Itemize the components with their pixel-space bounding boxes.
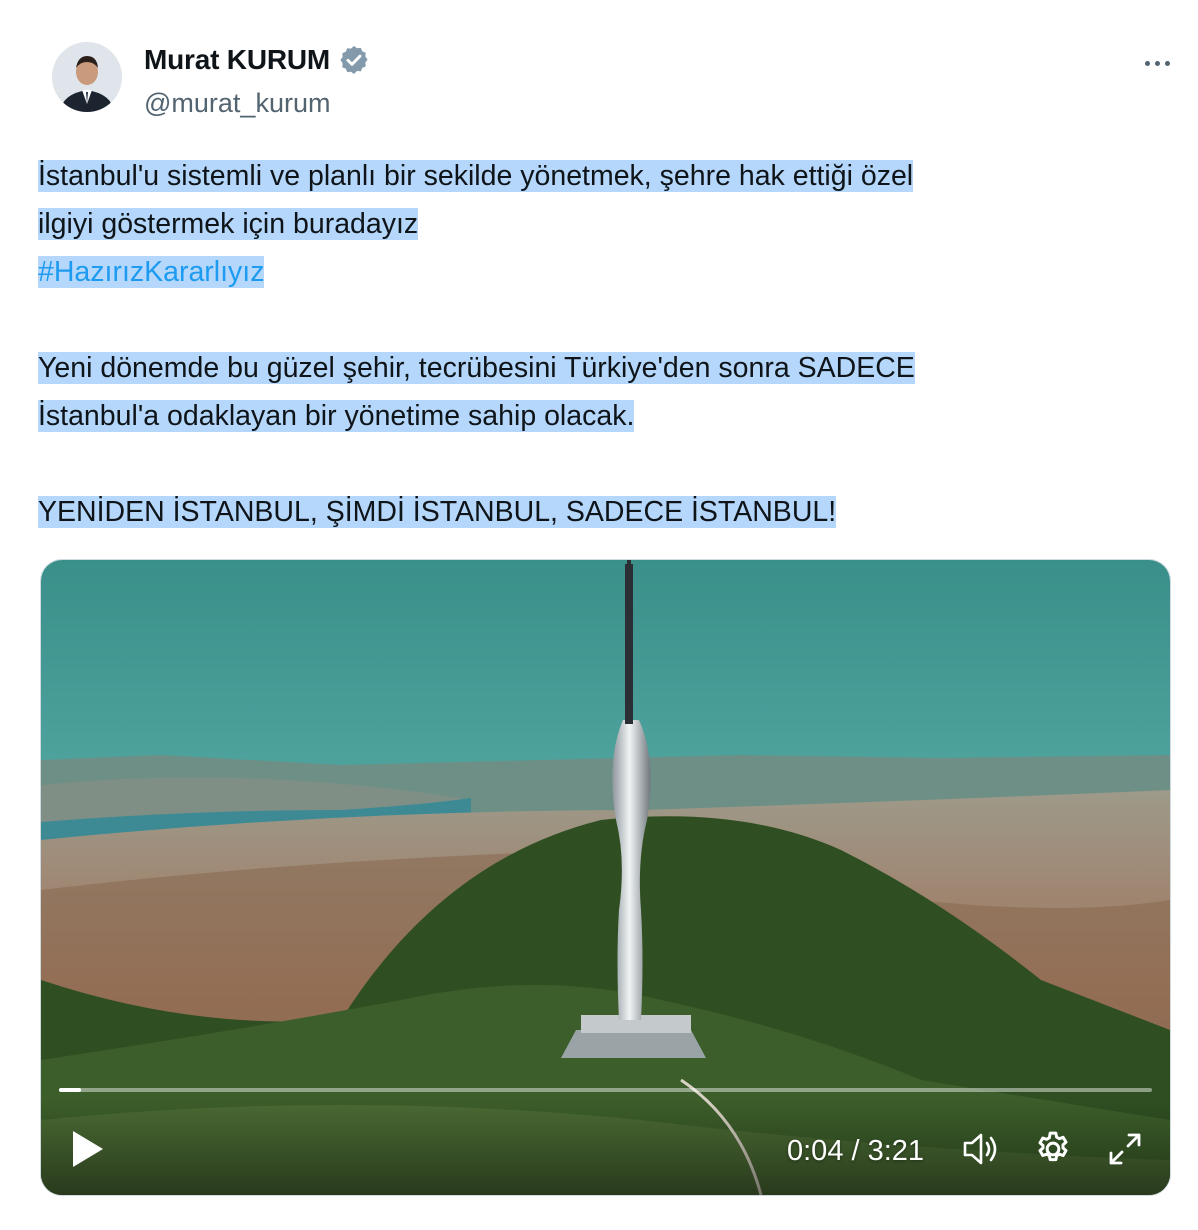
user-handle[interactable]: @murat_kurum bbox=[144, 88, 330, 119]
hashtag-link[interactable]: #HazırızKararlıyız bbox=[38, 256, 265, 288]
tweet-line: YENİDEN İSTANBUL, ŞİMDİ İSTANBUL, SADECE… bbox=[38, 496, 837, 528]
volume-icon[interactable] bbox=[961, 1129, 1001, 1169]
fullscreen-icon[interactable] bbox=[1105, 1129, 1145, 1169]
play-icon[interactable] bbox=[67, 1127, 107, 1171]
tweet-line: İstanbul'a odaklayan bir yönetime sahip … bbox=[38, 400, 635, 432]
avatar[interactable] bbox=[52, 42, 122, 112]
video-progress-bar[interactable] bbox=[59, 1088, 1152, 1092]
video-time: 0:04 / 3:21 bbox=[787, 1135, 925, 1167]
video-frame bbox=[41, 560, 1170, 1195]
video-progress-fill bbox=[59, 1088, 81, 1092]
gear-icon[interactable] bbox=[1033, 1129, 1073, 1169]
verified-badge-icon bbox=[338, 44, 370, 76]
video-controls: 0:04 / 3:21 bbox=[41, 1105, 1170, 1195]
tweet-header: Murat KURUM @murat_kurum bbox=[40, 38, 1180, 128]
video-player[interactable]: 0:04 / 3:21 bbox=[40, 559, 1171, 1196]
tweet-line: İstanbul'u sistemli ve planlı bir sekild… bbox=[38, 160, 914, 192]
tweet-line: ilgiyi göstermek için buradayız bbox=[38, 208, 419, 240]
display-name[interactable]: Murat KURUM bbox=[144, 44, 330, 76]
tweet-line: Yeni dönemde bu güzel şehir, tecrübesini… bbox=[38, 352, 915, 384]
tweet-text: İstanbul'u sistemli ve planlı bir sekild… bbox=[38, 152, 1158, 536]
more-dots-icon[interactable] bbox=[1134, 48, 1180, 78]
